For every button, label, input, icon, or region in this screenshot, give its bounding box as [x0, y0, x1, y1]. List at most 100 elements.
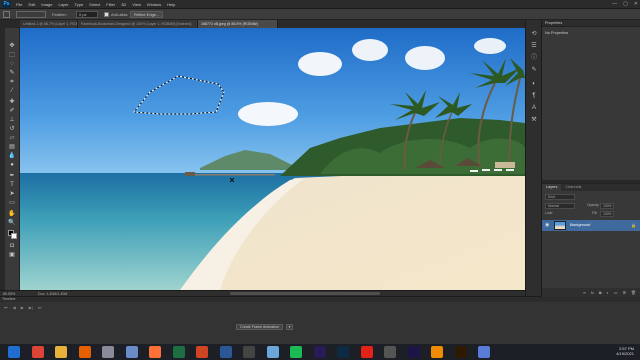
clone-stamp-tool-icon[interactable]: ⊥ — [8, 116, 16, 124]
first-frame-icon[interactable]: ⏮ — [4, 305, 8, 310]
chrome-icon[interactable] — [31, 346, 44, 358]
feather-input[interactable]: 0 px — [76, 11, 98, 18]
info-icon[interactable]: ⓘ — [530, 54, 538, 62]
layer-filter-kind[interactable]: Kind — [545, 194, 575, 200]
tab-beach-image[interactable]: 168771 n$.jpeg @ 86.5% (RGB/8#) — [198, 20, 278, 28]
close-button[interactable]: ✕ — [634, 1, 638, 8]
menu-3d[interactable]: 3D — [121, 1, 126, 8]
photoshop-icon[interactable] — [337, 346, 349, 358]
lasso-tool-icon[interactable]: ◌ — [8, 60, 16, 68]
next-frame-icon[interactable]: ▶| — [29, 305, 33, 310]
document-canvas[interactable] — [20, 28, 525, 290]
healing-brush-tool-icon[interactable]: ✚ — [8, 98, 16, 106]
maximize-button[interactable]: ▢ — [623, 1, 628, 8]
illustrator-icon[interactable] — [454, 346, 467, 358]
chevron-down-icon[interactable]: ▾ — [286, 324, 293, 330]
tab-channels[interactable]: Channels — [561, 184, 585, 191]
eyedropper-tool-icon[interactable]: ⁄ — [8, 87, 16, 95]
selection-mode-buttons[interactable] — [16, 11, 46, 18]
last-frame-icon[interactable]: ⏭ — [38, 305, 42, 310]
menu-help[interactable]: Help — [167, 1, 175, 8]
obs-icon[interactable] — [243, 346, 255, 358]
zoom-tool-icon[interactable]: 🔍 — [8, 219, 16, 227]
quick-select-tool-icon[interactable]: ✎ — [8, 69, 16, 77]
tab-untitled[interactable]: Untitled-1 @ 66.7% (Layer 1, RGB/8#) — [20, 20, 78, 28]
clock[interactable]: 2:57 PM 4/19/2021 — [616, 346, 634, 356]
blur-tool-icon[interactable]: 💧 — [8, 152, 16, 160]
quick-mask-icon[interactable]: ◘ — [8, 242, 16, 250]
menu-select[interactable]: Select — [89, 1, 100, 8]
brush-tool-icon[interactable]: ✐ — [8, 107, 16, 115]
tab-facebook-bookmark[interactable]: Facebook-Bookmark-Designed @ 100% (Layer… — [78, 20, 198, 28]
vlc-icon[interactable] — [431, 346, 443, 358]
app-icon[interactable] — [478, 346, 490, 358]
brush-presets-icon[interactable]: ✎ — [530, 66, 538, 74]
horizontal-scrollbar[interactable] — [230, 292, 380, 295]
firefox-icon[interactable] — [78, 346, 91, 358]
crop-tool-icon[interactable]: ⌗ — [8, 78, 16, 86]
move-tool-icon[interactable]: ✥ — [8, 42, 16, 50]
excel-icon[interactable] — [172, 346, 185, 358]
link-icon[interactable]: ∞ — [583, 288, 586, 297]
eraser-tool-icon[interactable]: ▱ — [8, 134, 16, 142]
aftereffects-icon[interactable] — [407, 346, 420, 358]
youtube-icon[interactable] — [360, 346, 373, 358]
start-icon[interactable] — [8, 346, 20, 358]
mask-icon[interactable]: ◙ — [599, 288, 601, 297]
character-icon[interactable]: A — [530, 104, 538, 112]
previous-frame-icon[interactable]: ◀ — [13, 305, 16, 310]
properties-icon[interactable]: ☰ — [530, 42, 538, 50]
menu-type[interactable]: Type — [75, 1, 84, 8]
shield-icon[interactable] — [102, 346, 114, 358]
menu-view[interactable]: View — [132, 1, 141, 8]
powerpoint-icon[interactable] — [196, 346, 208, 358]
blend-mode-select[interactable]: Normal — [545, 203, 575, 209]
path-selection-tool-icon[interactable]: ➤ — [8, 190, 16, 198]
tab-layers[interactable]: Layers — [542, 184, 562, 191]
explorer-icon[interactable] — [55, 346, 67, 358]
menu-file[interactable]: File — [16, 1, 22, 8]
type-tool-icon[interactable]: T — [8, 181, 16, 189]
paragraph-icon[interactable]: ¶ — [530, 92, 538, 100]
spotify-icon[interactable] — [290, 346, 302, 358]
menu-filter[interactable]: Filter — [106, 1, 115, 8]
history-brush-tool-icon[interactable]: ↺ — [8, 125, 16, 133]
screen-mode-icon[interactable]: ▣ — [8, 251, 16, 259]
play-icon[interactable]: ▶ — [21, 305, 24, 310]
tool-presets-icon[interactable]: ⚒ — [530, 116, 538, 124]
lasso-tool-preset-icon[interactable] — [3, 11, 10, 18]
history-icon[interactable]: ⟲ — [530, 30, 538, 38]
hand-tool-icon[interactable]: ✋ — [8, 210, 16, 218]
layer-row-background[interactable]: ◉ Background 🔒 — [542, 220, 640, 231]
marquee-tool-icon[interactable]: ⬚ — [8, 51, 16, 59]
pen-tool-icon[interactable]: ✒ — [8, 172, 16, 180]
word-icon[interactable] — [219, 346, 232, 358]
folder-icon[interactable]: ▭ — [614, 288, 618, 297]
paint-icon[interactable] — [266, 346, 279, 358]
create-frame-animation-button[interactable]: Create Frame Animation — [236, 324, 283, 330]
notepad-icon[interactable] — [125, 346, 138, 358]
adjustments-icon[interactable]: ◐ — [530, 80, 538, 88]
refine-edge-button[interactable]: Refine Edge... — [130, 11, 164, 18]
menu-window[interactable]: Window — [147, 1, 161, 8]
menu-edit[interactable]: Edit — [28, 1, 35, 8]
firefox-icon[interactable] — [149, 346, 161, 358]
menu-image[interactable]: Image — [41, 1, 52, 8]
adjustment-layer-icon[interactable]: ◐ — [606, 288, 608, 297]
dodge-tool-icon[interactable]: ● — [8, 161, 16, 169]
minimize-button[interactable]: — — [612, 1, 617, 8]
fx-icon[interactable]: fx — [591, 288, 594, 297]
background-color-swatch[interactable] — [11, 233, 17, 239]
opacity-input[interactable]: 100% — [600, 203, 614, 209]
trash-icon[interactable]: 🗑 — [631, 288, 636, 297]
document-tabs: Untitled-1 @ 66.7% (Layer 1, RGB/8#) Fac… — [20, 20, 525, 28]
gradient-tool-icon[interactable]: ▤ — [8, 143, 16, 151]
antialias-checkbox[interactable] — [104, 12, 109, 17]
rectangle-tool-icon[interactable]: ▭ — [8, 199, 16, 207]
eye-icon[interactable]: ◉ — [545, 222, 549, 229]
new-layer-icon[interactable]: ⊞ — [623, 288, 626, 297]
fill-input[interactable]: 100% — [600, 211, 614, 217]
menu-layer[interactable]: Layer — [58, 1, 68, 8]
media-icon[interactable] — [384, 346, 396, 358]
premiere-icon[interactable] — [313, 346, 326, 358]
